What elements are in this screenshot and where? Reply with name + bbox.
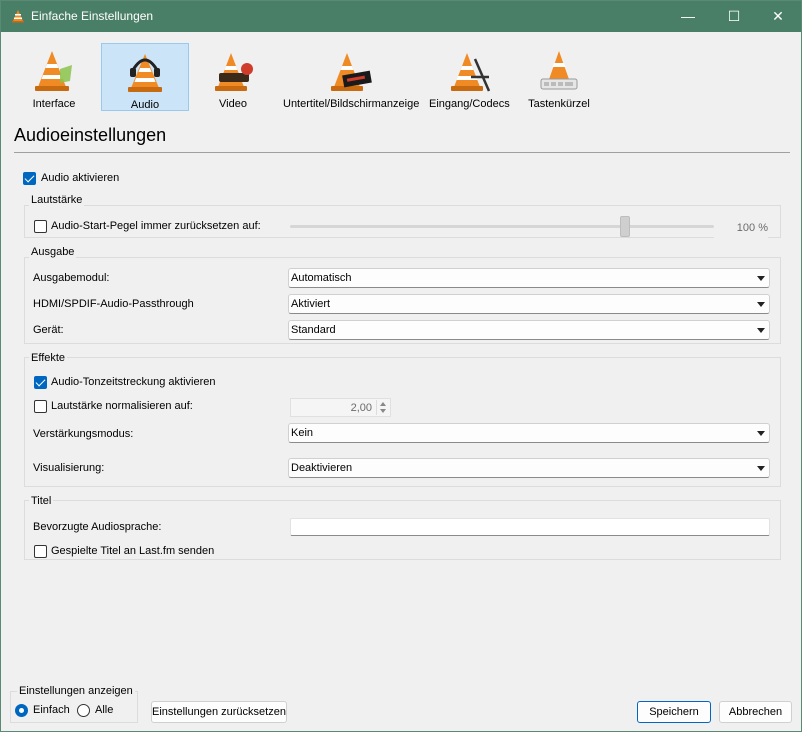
output-module-value: Automatisch bbox=[291, 272, 352, 284]
output-group-title: Ausgabe bbox=[29, 246, 77, 258]
lastfm-checkbox[interactable] bbox=[34, 545, 47, 558]
category-interface[interactable]: Interface bbox=[17, 43, 91, 111]
subtitles-cone-icon bbox=[331, 53, 372, 91]
reset-preferences-button[interactable]: Einstellungen zurücksetzen bbox=[151, 701, 287, 723]
cancel-button[interactable]: Abbrechen bbox=[719, 701, 792, 723]
normalize-value: 2,00 bbox=[350, 402, 372, 414]
tracks-group-title: Titel bbox=[29, 495, 54, 507]
show-simple-radio[interactable] bbox=[15, 704, 28, 717]
video-cone-icon bbox=[215, 53, 253, 91]
output-module-select[interactable]: Automatisch bbox=[288, 268, 770, 288]
device-select[interactable]: Standard bbox=[288, 320, 770, 340]
volume-value: 100 % bbox=[714, 218, 768, 238]
passthrough-select[interactable]: Aktiviert bbox=[288, 294, 770, 314]
category-video[interactable]: Video bbox=[201, 43, 265, 111]
spin-down-icon[interactable] bbox=[380, 409, 386, 413]
volume-group-title: Lautstärke bbox=[29, 194, 85, 206]
normalize-checkbox[interactable] bbox=[34, 400, 47, 413]
category-audio[interactable]: Audio bbox=[101, 43, 189, 111]
preferences-window: Einfache Einstellungen — ☐ ✕ Interface A… bbox=[0, 0, 802, 732]
spin-up-icon[interactable] bbox=[380, 402, 386, 406]
category-label: Untertitel/Bildschirmanzeige bbox=[283, 98, 420, 110]
replaygain-label: Verstärkungsmodus: bbox=[33, 428, 134, 440]
maximize-button[interactable]: ☐ bbox=[711, 1, 757, 32]
category-label: Audio bbox=[130, 99, 160, 111]
lastfm-label: Gespielte Titel an Last.fm senden bbox=[51, 545, 215, 557]
device-label: Gerät: bbox=[33, 324, 64, 336]
chevron-down-icon bbox=[757, 302, 765, 307]
volume-slider-track[interactable] bbox=[290, 225, 714, 228]
volume-slider-handle[interactable] bbox=[620, 216, 630, 237]
category-label: Interface bbox=[32, 98, 76, 110]
page-title: Audioeinstellungen bbox=[14, 125, 167, 145]
codecs-cone-icon bbox=[451, 53, 491, 92]
chevron-down-icon bbox=[757, 276, 765, 281]
show-simple-label: Einfach bbox=[33, 704, 70, 716]
visualization-value: Deaktivieren bbox=[291, 462, 353, 474]
show-all-label: Alle bbox=[95, 704, 114, 716]
time-stretch-label: Audio-Tonzeitstreckung aktivieren bbox=[51, 376, 216, 388]
hotkeys-cone-icon bbox=[540, 51, 578, 90]
audio-language-label: Bevorzugte Audiosprache: bbox=[33, 521, 162, 533]
chevron-down-icon bbox=[757, 431, 765, 436]
window-title: Einfache Einstellungen bbox=[31, 9, 154, 23]
normalize-spinbox[interactable]: 2,00 bbox=[290, 398, 391, 417]
reset-volume-label: Audio-Start-Pegel immer zurücksetzen auf… bbox=[51, 220, 261, 232]
enable-audio-label: Audio aktivieren bbox=[41, 172, 120, 184]
category-label: Tastenkürzel bbox=[528, 98, 590, 110]
effects-group-title: Effekte bbox=[29, 352, 68, 364]
device-value: Standard bbox=[291, 324, 336, 336]
interface-cone-icon bbox=[35, 51, 72, 91]
audio-headphones-cone-icon bbox=[128, 54, 162, 92]
category-subtitles[interactable]: Untertitel/Bildschirmanzeige bbox=[283, 43, 419, 111]
spin-arrows[interactable] bbox=[376, 400, 388, 415]
category-codecs[interactable]: Eingang/Codecs bbox=[429, 43, 510, 111]
vlc-cone-icon bbox=[12, 10, 24, 23]
category-label: Eingang/Codecs bbox=[429, 98, 510, 110]
passthrough-value: Aktiviert bbox=[291, 298, 331, 310]
minimize-button[interactable]: — bbox=[665, 1, 711, 32]
show-settings-title: Einstellungen anzeigen bbox=[17, 685, 135, 697]
output-module-label: Ausgabemodul: bbox=[33, 272, 110, 284]
enable-audio-checkbox[interactable] bbox=[23, 172, 36, 185]
time-stretch-checkbox[interactable] bbox=[34, 376, 47, 389]
category-hotkeys[interactable]: Tastenkürzel bbox=[523, 43, 595, 111]
visualization-select[interactable]: Deaktivieren bbox=[288, 458, 770, 478]
replaygain-value: Kein bbox=[291, 427, 314, 439]
normalize-label: Lautstärke normalisieren auf: bbox=[51, 400, 193, 412]
audio-language-input[interactable] bbox=[290, 518, 770, 536]
save-button[interactable]: Speichern bbox=[637, 701, 711, 723]
category-label: Video bbox=[219, 98, 247, 110]
title-divider bbox=[14, 152, 790, 153]
volume-value-text: 100 % bbox=[736, 222, 768, 234]
reset-volume-checkbox[interactable] bbox=[34, 220, 47, 233]
passthrough-label: HDMI/SPDIF-Audio-Passthrough bbox=[33, 298, 194, 310]
visualization-label: Visualisierung: bbox=[33, 462, 105, 474]
show-all-radio[interactable] bbox=[77, 704, 90, 717]
title-bar: Einfache Einstellungen — ☐ ✕ bbox=[1, 1, 801, 32]
replaygain-select[interactable]: Kein bbox=[288, 423, 770, 443]
chevron-down-icon bbox=[757, 466, 765, 471]
chevron-down-icon bbox=[757, 328, 765, 333]
close-button[interactable]: ✕ bbox=[755, 1, 801, 32]
